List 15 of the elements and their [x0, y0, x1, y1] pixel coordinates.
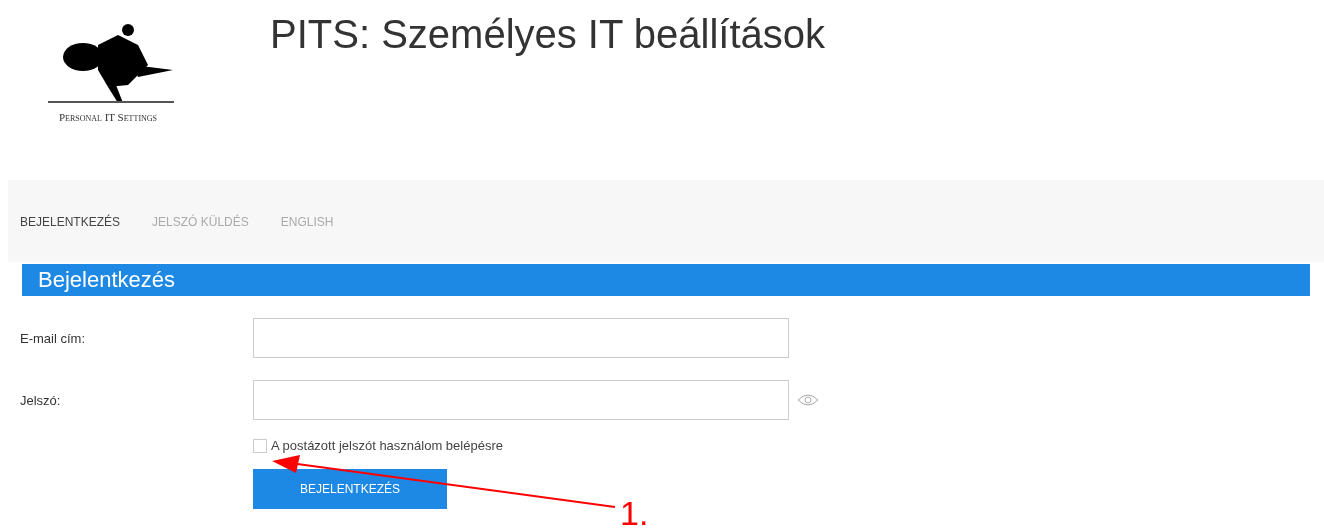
password-field[interactable] [253, 380, 789, 420]
nav-tab[interactable]: BEJELENTKEZÉS [20, 213, 121, 229]
login-button[interactable]: BEJELENTKEZÉS [253, 469, 447, 509]
field-label: Jelszó: [20, 392, 62, 408]
checkbox[interactable] [253, 438, 267, 453]
nav-tab[interactable]: JELSZÓ KÜLDÉS [152, 213, 249, 229]
field-label: E-mail cím: [20, 330, 86, 346]
eye-icon[interactable] [797, 393, 819, 407]
section-heading: Bejelentkezés [22, 264, 1310, 296]
email-field[interactable] [253, 318, 789, 358]
annotation-label: 1. [620, 494, 649, 528]
nav-tab[interactable]: ENGLISH [280, 213, 334, 229]
checkbox-label: A postázott jelszót használom belépésre [271, 438, 503, 453]
page-title: PITS: Személyes IT beállítások [270, 12, 826, 58]
logo-caption: Personal IT Settings [58, 111, 158, 123]
